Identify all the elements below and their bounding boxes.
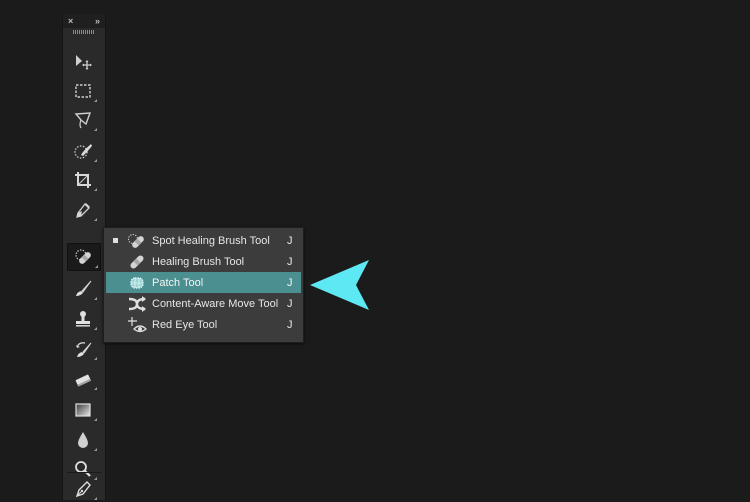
move-tool-button[interactable] [67,49,99,75]
menu-item-label: Spot Healing Brush Tool [152,234,270,247]
lasso-tool-button[interactable] [67,107,99,133]
gradient-tool-button[interactable] [67,397,99,423]
red-eye-icon [128,316,147,332]
marquee-icon [75,84,91,98]
menu-item-content-aware-move-tool[interactable]: Content-Aware Move Tool J [106,293,301,314]
shortcut-key: J [287,234,293,247]
menu-item-label: Content-Aware Move Tool [152,297,279,310]
tools-panel: × » [62,14,106,500]
shortcut-key: J [287,255,293,268]
brush-tool-button[interactable] [67,276,99,302]
shortcut-key: J [287,276,293,289]
spot-healing-icon [127,233,144,248]
stamp-icon [76,311,90,327]
panel-grip-handle[interactable] [63,28,105,36]
menu-item-healing-brush-tool[interactable]: Healing Brush Tool J [106,251,301,272]
move-icon [76,55,92,70]
shortcut-key: J [287,297,293,310]
crop-tool-button[interactable] [67,167,99,193]
shortcut-key: J [287,318,293,331]
spot-healing-brush-tool-button[interactable] [67,243,101,271]
quick-selection-icon [74,144,92,159]
content-aware-move-icon [128,295,146,312]
healing-tools-flyout-menu: Spot Healing Brush Tool J Healing Brush … [103,227,304,343]
menu-item-label: Patch Tool [152,276,204,289]
patch-icon [130,276,144,289]
history-brush-tool-button[interactable] [67,336,99,362]
pen-icon [75,481,91,498]
menu-item-spot-healing-brush-tool[interactable]: Spot Healing Brush Tool J [106,230,301,251]
current-tool-bullet [113,238,118,243]
history-brush-icon [76,342,92,357]
quick-selection-tool-button[interactable] [67,138,99,164]
menu-item-patch-tool[interactable]: Patch Tool J [106,272,301,293]
close-panel-icon[interactable]: × [68,16,73,26]
menu-item-label: Red Eye Tool [152,318,218,331]
eraser-tool-button[interactable] [67,366,99,392]
healing-brush-icon [130,254,144,269]
menu-item-label: Healing Brush Tool [152,255,245,268]
tools-panel-header: × » [63,14,105,28]
bandage-icon [75,249,91,264]
collapse-panel-icon[interactable]: » [95,16,100,26]
crop-icon [75,172,91,188]
eyedropper-icon [76,203,90,218]
pen-tool-button[interactable] [67,476,99,502]
arrow-shape [310,260,369,310]
menu-item-red-eye-tool[interactable]: Red Eye Tool J [106,314,301,335]
gradient-icon [75,403,91,417]
drop-icon [78,432,88,448]
clone-stamp-tool-button[interactable] [67,306,99,332]
eraser-icon [75,374,92,387]
toolbar-divider [67,472,101,473]
lasso-icon [74,112,92,129]
rectangular-marquee-tool-button[interactable] [67,78,99,104]
brush-icon [76,280,92,296]
eyedropper-tool-button[interactable] [67,197,99,223]
pointer-arrow-annotation [310,260,369,310]
blur-tool-button[interactable] [67,427,99,453]
